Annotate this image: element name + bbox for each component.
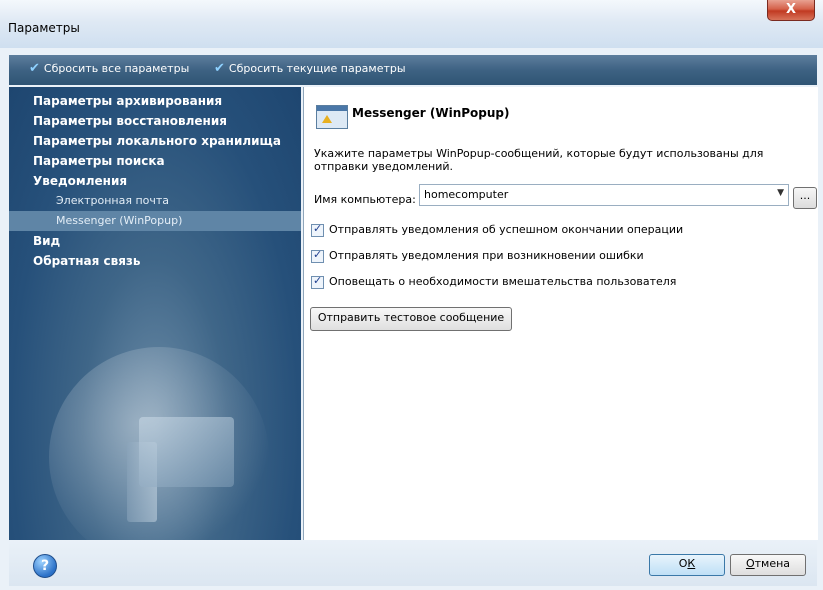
nav-item-view[interactable]: Вид bbox=[9, 231, 301, 251]
nav-item-messenger[interactable]: Messenger (WinPopup) bbox=[9, 211, 301, 231]
checkbox-icon[interactable] bbox=[311, 222, 324, 237]
close-button[interactable]: X bbox=[767, 0, 815, 21]
messenger-window-icon bbox=[316, 105, 348, 129]
settings-window: Параметры X ✔ Сбросить все параметры ✔ Сбр… bbox=[0, 0, 823, 590]
option-error-label: Отправлять уведомления при возникновении… bbox=[329, 249, 644, 262]
section-description: Укажите параметры WinPopup-сообщений, ко… bbox=[314, 147, 764, 173]
checkbox-icon[interactable] bbox=[311, 274, 324, 289]
reset-current-button[interactable]: ✔ Сбросить текущие параметры bbox=[214, 61, 406, 76]
section-title: Messenger (WinPopup) bbox=[352, 106, 510, 120]
nav-item-email[interactable]: Электронная почта bbox=[9, 191, 301, 211]
option-success-checkbox[interactable]: Отправлять уведомления об успешном оконч… bbox=[311, 222, 684, 237]
window-title: Параметры bbox=[8, 21, 80, 35]
checkmark-icon: ✔ bbox=[29, 61, 40, 76]
reset-all-label: Сбросить все параметры bbox=[43, 62, 190, 75]
browse-button[interactable]: ... bbox=[793, 187, 817, 209]
option-intervention-label: Оповещать о необходимости вмешательства … bbox=[329, 275, 677, 288]
reset-current-label: Сбросить текущие параметры bbox=[228, 62, 406, 75]
computer-name-label: Имя компьютера: bbox=[314, 193, 416, 206]
content-pane: Messenger (WinPopup) Укажите параметры W… bbox=[303, 87, 818, 540]
nav-item-notifications[interactable]: Уведомления bbox=[9, 171, 301, 191]
footer-bar: ? ОК Отмена bbox=[9, 540, 817, 586]
nav-item-search[interactable]: Параметры поиска bbox=[9, 151, 301, 171]
navigation-pane: Параметры архивирования Параметры восста… bbox=[9, 87, 301, 540]
toolbar: ✔ Сбросить все параметры ✔ Сбросить текущи… bbox=[9, 55, 817, 85]
nav-item-backup[interactable]: Параметры архивирования bbox=[9, 91, 301, 111]
nav-item-restore[interactable]: Параметры восстановления bbox=[9, 111, 301, 131]
ok-label-underlined: К bbox=[687, 557, 696, 570]
checkbox-icon[interactable] bbox=[311, 248, 324, 263]
help-icon[interactable]: ? bbox=[33, 554, 57, 578]
nav-list: Параметры архивирования Параметры восста… bbox=[9, 91, 301, 271]
chevron-down-icon[interactable]: ▼ bbox=[777, 188, 784, 198]
computer-name-value: homecomputer bbox=[424, 188, 509, 201]
title-bar: Параметры X bbox=[0, 0, 823, 48]
ok-button[interactable]: ОК bbox=[649, 554, 725, 576]
option-intervention-checkbox[interactable]: Оповещать о необходимости вмешательства … bbox=[311, 274, 677, 289]
cancel-label-post: тмена bbox=[754, 557, 791, 570]
nav-item-local-storage[interactable]: Параметры локального хранилища bbox=[9, 131, 301, 151]
send-test-message-button[interactable]: Отправить тестовое сообщение bbox=[310, 307, 512, 331]
reset-all-button[interactable]: ✔ Сбросить все параметры bbox=[29, 61, 189, 76]
cancel-button[interactable]: Отмена bbox=[730, 554, 806, 576]
nav-item-feedback[interactable]: Обратная связь bbox=[9, 251, 301, 271]
cancel-label-underlined: О bbox=[745, 557, 755, 570]
option-error-checkbox[interactable]: Отправлять уведомления при возникновении… bbox=[311, 248, 644, 263]
option-success-label: Отправлять уведомления об успешном оконч… bbox=[329, 223, 684, 236]
monitor-image bbox=[139, 417, 234, 487]
computer-name-combobox[interactable]: homecomputer ▼ bbox=[419, 184, 789, 206]
checkmark-icon: ✔ bbox=[214, 61, 225, 76]
